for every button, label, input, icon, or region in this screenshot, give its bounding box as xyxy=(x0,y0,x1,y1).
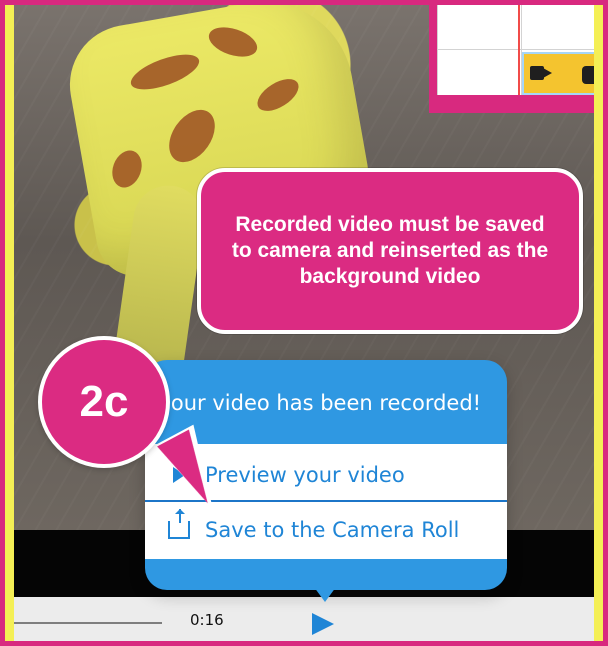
paint-spot xyxy=(107,146,147,192)
preview-video-label: Preview your video xyxy=(205,463,405,487)
video-player-bar: 0:16 xyxy=(5,597,603,641)
playback-time: 0:16 xyxy=(190,611,224,629)
playhead-line xyxy=(518,5,520,95)
timeline-inset xyxy=(429,5,603,113)
play-icon[interactable] xyxy=(312,613,334,635)
timeline-panel xyxy=(437,5,603,95)
paint-spot xyxy=(126,47,204,97)
popup-tail xyxy=(314,587,336,602)
paint-spot xyxy=(252,72,304,118)
clip-segment xyxy=(582,66,603,84)
progress-track[interactable] xyxy=(5,622,162,624)
popup-title: our video has been recorded! xyxy=(170,391,482,415)
instruction-text: Recorded video must be saved to camera a… xyxy=(231,213,549,288)
step-badge: 2c xyxy=(38,336,170,468)
instruction-callout: Recorded video must be saved to camera a… xyxy=(197,168,583,334)
player-edge xyxy=(597,611,603,635)
timeline-clip[interactable] xyxy=(522,52,603,95)
paint-spot xyxy=(205,21,261,63)
paint-spot xyxy=(159,101,225,171)
save-camera-roll-label: Save to the Camera Roll xyxy=(205,518,460,542)
screenshot-frame: 0:16 Recorded video must be saved to cam… xyxy=(0,0,608,646)
camera-icon xyxy=(530,64,556,82)
